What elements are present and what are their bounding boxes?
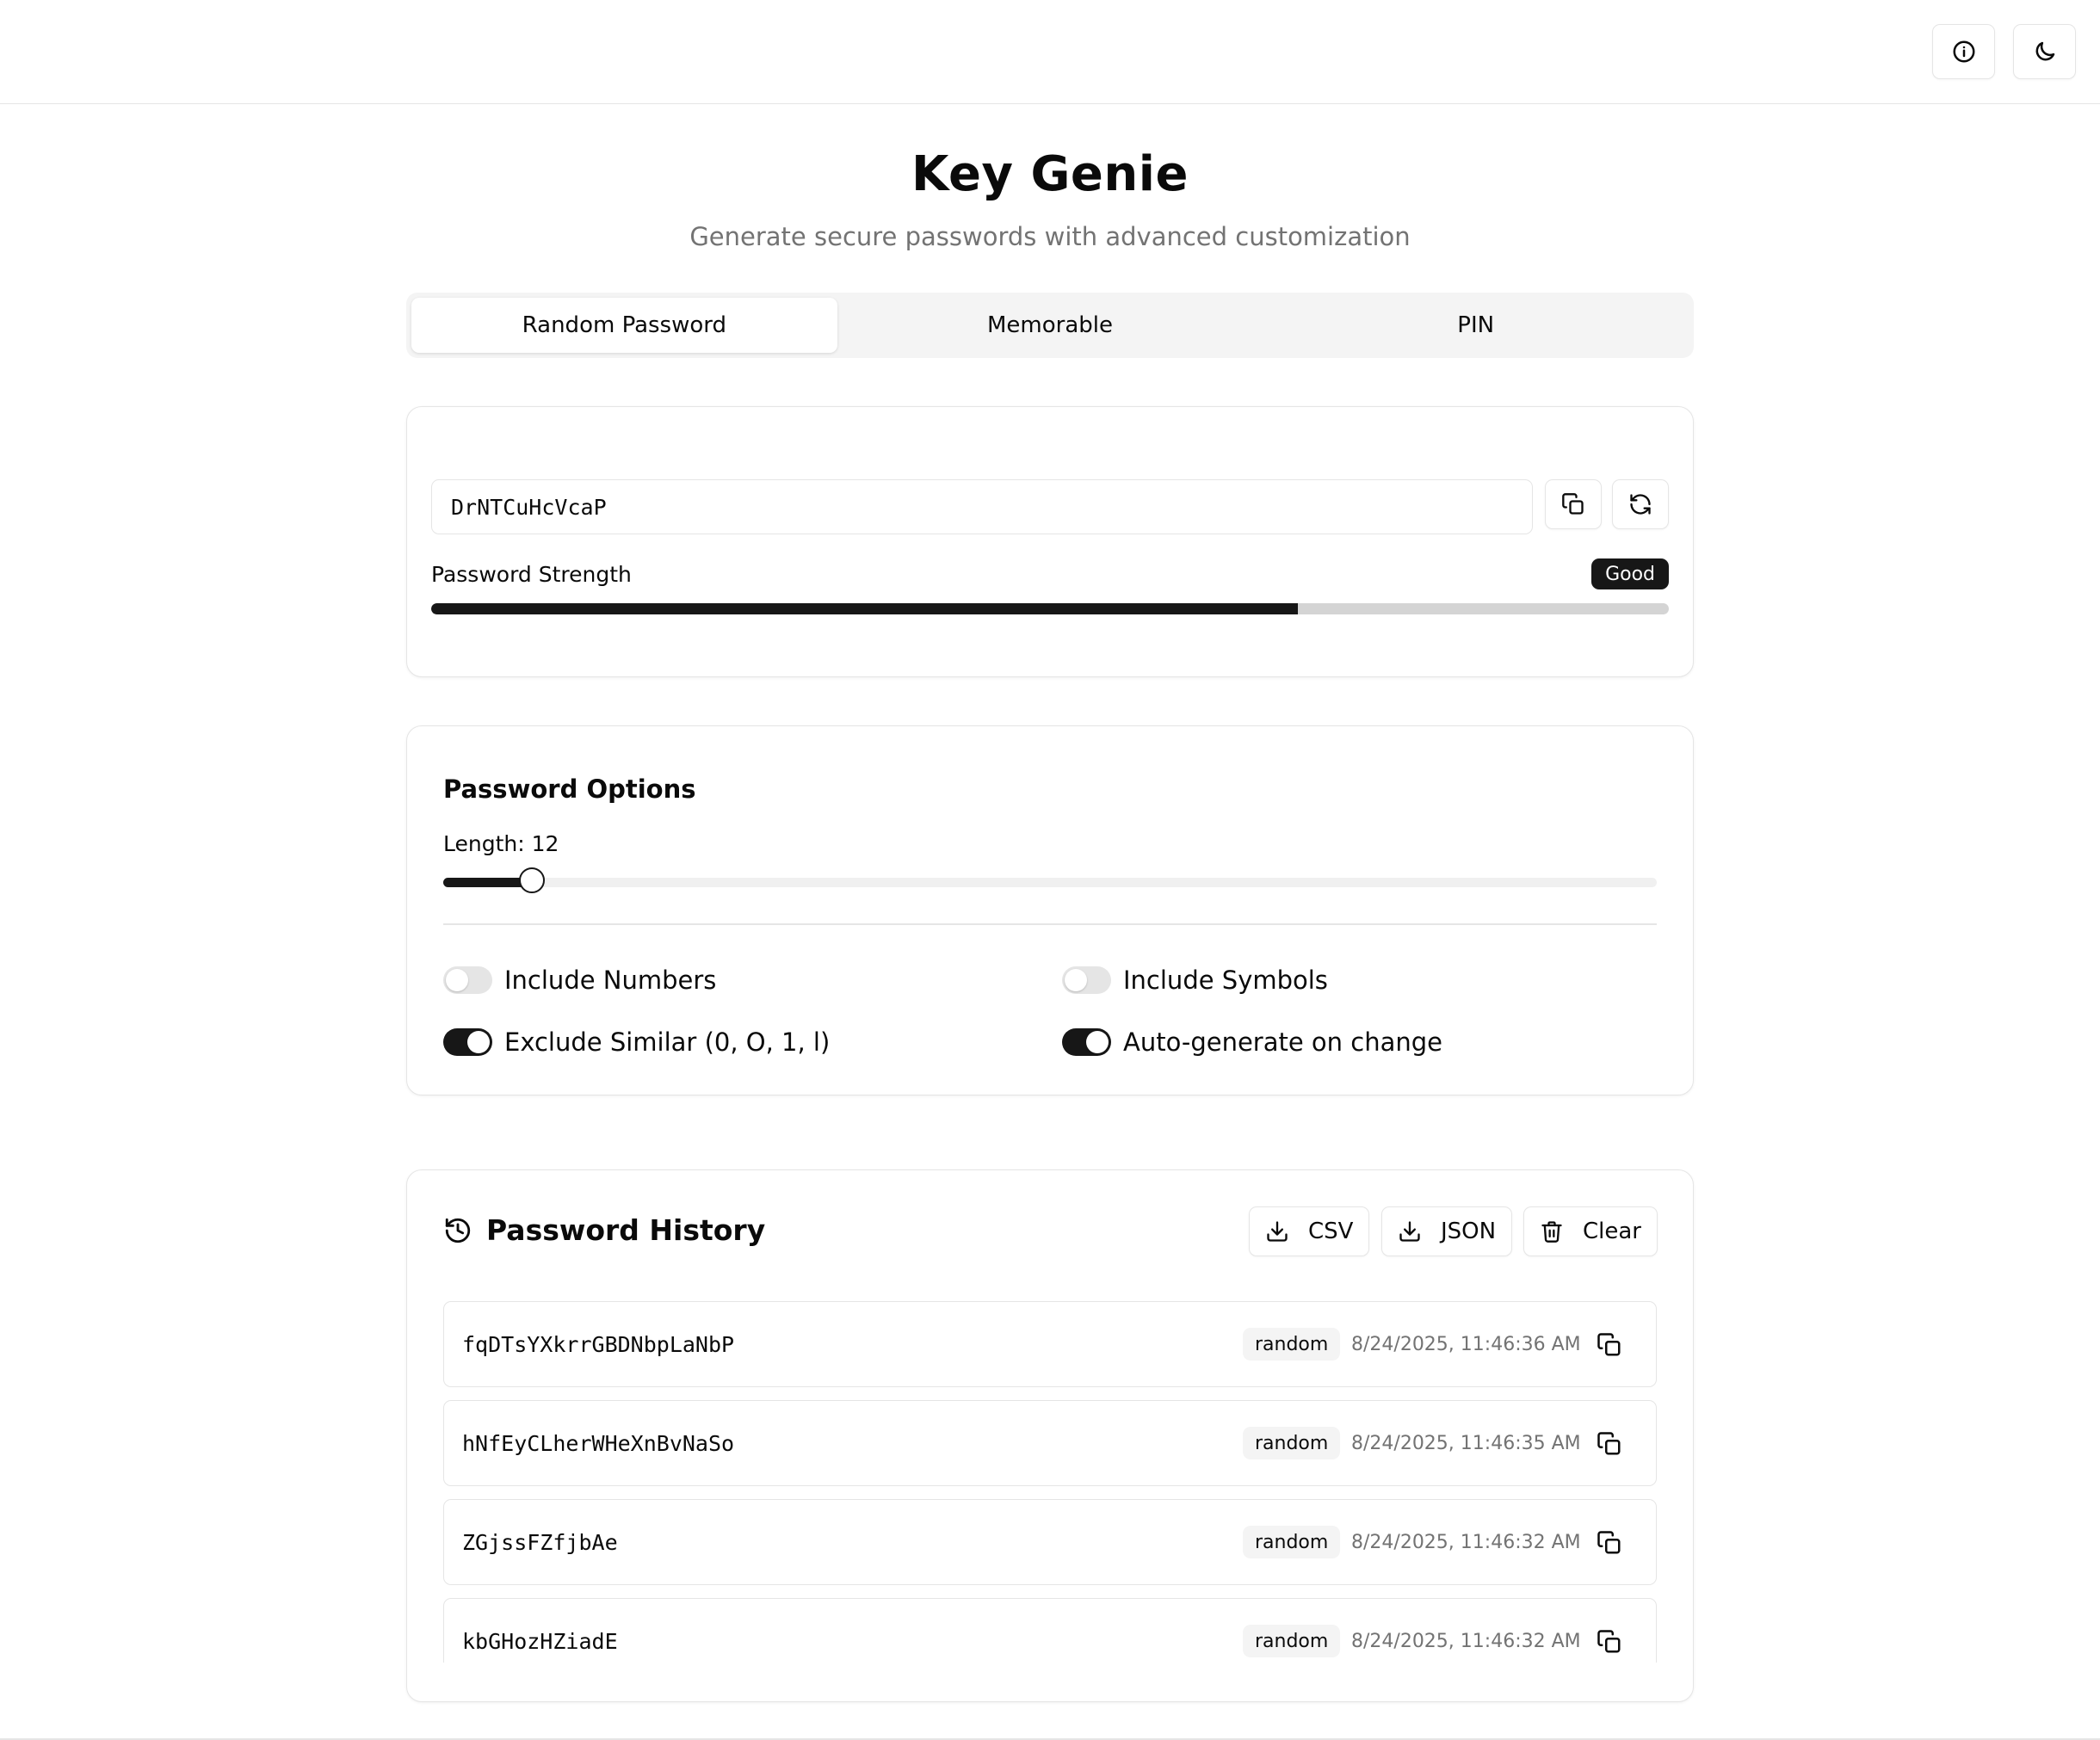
export-json-label: JSON xyxy=(1441,1219,1497,1244)
include-numbers-switch[interactable] xyxy=(443,966,492,994)
include-numbers-label: Include Numbers xyxy=(504,966,717,995)
copy-icon xyxy=(1597,1333,1621,1356)
history-list[interactable]: fqDTsYXkrrGBDNbpLaNbP random 8/24/2025, … xyxy=(443,1301,1657,1663)
copy-icon xyxy=(1597,1432,1621,1455)
history-timestamp: 8/24/2025, 11:46:32 AM xyxy=(1351,1630,1581,1652)
history-title: Password History xyxy=(486,1213,766,1247)
auto-generate-switch[interactable] xyxy=(1062,1028,1111,1056)
page-subtitle: Generate secure passwords with advanced … xyxy=(689,222,1411,251)
info-icon xyxy=(1953,40,1974,63)
mode-tabs: Random Password Memorable PIN xyxy=(406,293,1694,358)
exclude-similar-label: Exclude Similar (0, O, 1, l) xyxy=(504,1027,831,1057)
history-copy-button[interactable] xyxy=(1592,1427,1627,1461)
length-slider[interactable] xyxy=(443,867,1657,893)
history-copy-button[interactable] xyxy=(1592,1526,1627,1560)
history-timestamp: 8/24/2025, 11:46:32 AM xyxy=(1351,1531,1581,1553)
toggle-include-symbols[interactable]: Include Symbols xyxy=(1062,966,1328,995)
history-copy-button[interactable] xyxy=(1592,1328,1627,1362)
export-csv-label: CSV xyxy=(1308,1219,1354,1244)
divider xyxy=(443,923,1657,925)
history-item: kbGHozHZiadE random 8/24/2025, 11:46:32 … xyxy=(443,1598,1657,1663)
moon-icon xyxy=(2035,41,2054,61)
copy-icon xyxy=(1562,493,1584,515)
history-timestamp: 8/24/2025, 11:46:35 AM xyxy=(1351,1432,1581,1454)
clear-history-button[interactable]: Clear xyxy=(1523,1206,1658,1256)
top-bar xyxy=(0,0,2100,104)
options-title: Password Options xyxy=(443,774,696,804)
tab-random-password[interactable]: Random Password xyxy=(411,298,837,353)
auto-generate-label: Auto-generate on change xyxy=(1123,1027,1442,1057)
refresh-icon xyxy=(1630,494,1651,515)
copy-password-button[interactable] xyxy=(1545,479,1602,529)
trash-icon xyxy=(1541,1221,1562,1243)
include-symbols-label: Include Symbols xyxy=(1123,966,1328,995)
history-timestamp: 8/24/2025, 11:46:36 AM xyxy=(1351,1333,1581,1355)
clear-history-label: Clear xyxy=(1583,1219,1641,1244)
history-type-badge: random xyxy=(1243,1427,1341,1459)
history-password: fqDTsYXkrrGBDNbpLaNbP xyxy=(462,1331,735,1357)
download-icon xyxy=(1399,1221,1420,1242)
history-copy-button[interactable] xyxy=(1592,1625,1627,1659)
length-slider-thumb[interactable] xyxy=(518,867,545,893)
history-icon xyxy=(445,1218,471,1243)
theme-toggle-button[interactable] xyxy=(2013,24,2076,79)
history-password: hNfEyCLherWHeXnBvNaSo xyxy=(462,1430,735,1456)
history-item: ZGjssFZfjbAe random 8/24/2025, 11:46:32 … xyxy=(443,1499,1657,1585)
tab-memorable[interactable]: Memorable xyxy=(837,298,1263,353)
copy-icon xyxy=(1597,1630,1621,1653)
download-icon xyxy=(1267,1221,1288,1242)
history-header: Password History xyxy=(443,1213,765,1247)
history-type-badge: random xyxy=(1243,1328,1341,1361)
toggle-include-numbers[interactable]: Include Numbers xyxy=(443,966,716,995)
toggle-auto-generate[interactable]: Auto-generate on change xyxy=(1062,1027,1442,1057)
strength-label: Password Strength xyxy=(431,562,632,587)
history-type-badge: random xyxy=(1243,1526,1341,1558)
length-label: Length: 12 xyxy=(443,831,559,856)
regenerate-button[interactable] xyxy=(1612,479,1669,529)
info-button[interactable] xyxy=(1932,24,1995,79)
history-item: hNfEyCLherWHeXnBvNaSo random 8/24/2025, … xyxy=(443,1400,1657,1486)
tab-pin[interactable]: PIN xyxy=(1263,298,1689,353)
options-card: Password Options Length: 12 Include Numb… xyxy=(406,725,1694,1095)
copy-icon xyxy=(1597,1531,1621,1554)
generator-card: DrNTCuHcVcaP Password Strength Good xyxy=(406,406,1694,677)
strength-badge: Good xyxy=(1591,558,1669,589)
history-card: Password History CSV JSON Clear fqDTsYXk… xyxy=(406,1169,1694,1702)
password-output-field[interactable]: DrNTCuHcVcaP xyxy=(431,479,1533,534)
export-json-button[interactable]: JSON xyxy=(1381,1206,1513,1256)
include-symbols-switch[interactable] xyxy=(1062,966,1111,994)
history-item: fqDTsYXkrrGBDNbpLaNbP random 8/24/2025, … xyxy=(443,1301,1657,1387)
strength-bar xyxy=(431,603,1669,614)
strength-bar-fill xyxy=(431,603,1298,614)
history-password: kbGHozHZiadE xyxy=(462,1628,618,1654)
page-title: Key Genie xyxy=(911,146,1189,202)
toggle-exclude-similar[interactable]: Exclude Similar (0, O, 1, l) xyxy=(443,1027,830,1057)
history-password: ZGjssFZfjbAe xyxy=(462,1529,618,1555)
export-csv-button[interactable]: CSV xyxy=(1249,1206,1370,1256)
exclude-similar-switch[interactable] xyxy=(443,1028,492,1056)
history-type-badge: random xyxy=(1243,1625,1341,1657)
